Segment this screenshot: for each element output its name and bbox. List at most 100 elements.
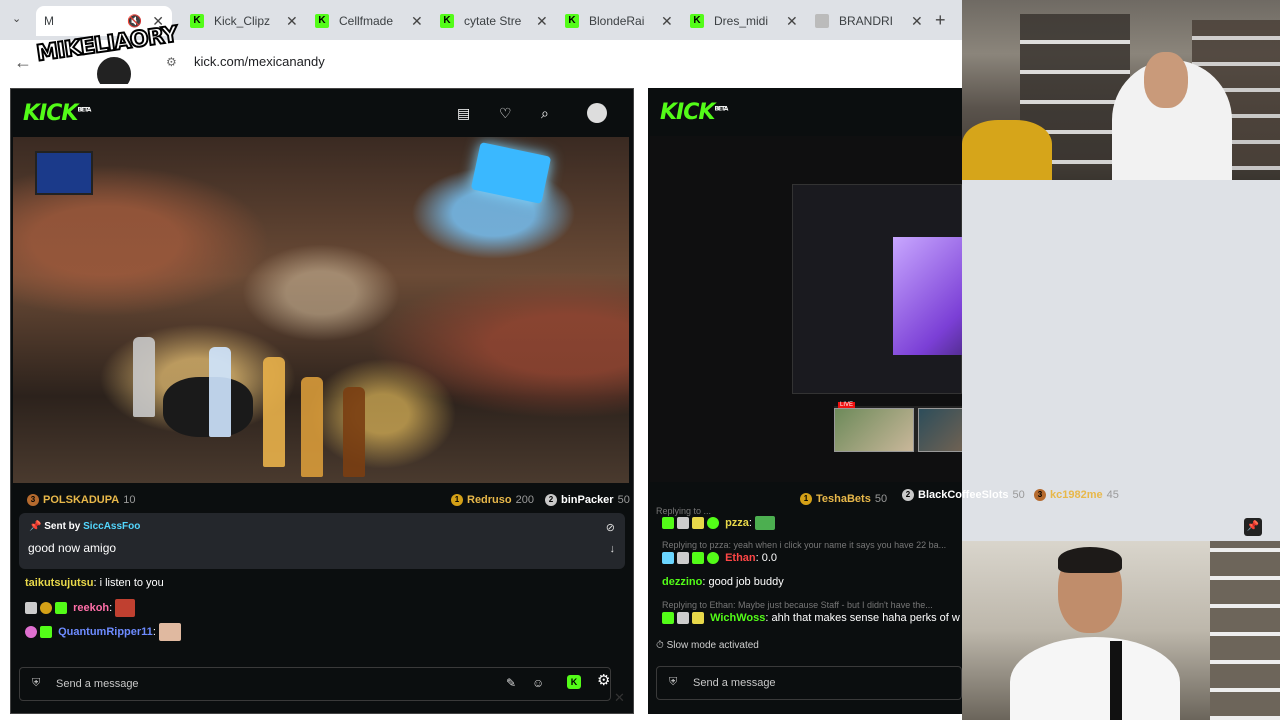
video-player[interactable] — [13, 137, 629, 483]
chat-message: WichWoss: ahh that makes sense haha perk… — [662, 612, 962, 625]
shield-icon: ⛨ — [32, 677, 41, 689]
search-icon[interactable]: ⌕ — [541, 105, 549, 122]
badge-icon — [662, 612, 674, 625]
chat-message: pzza: — [662, 516, 962, 530]
rank-badge: 2 — [545, 494, 557, 506]
participant-thumbnails: LIVE — [834, 402, 962, 452]
chat-username[interactable]: WichWoss — [710, 612, 765, 624]
bottle — [263, 357, 285, 467]
leader-name: POLSKADUPA — [43, 494, 120, 506]
translate-icon[interactable]: ✎ — [506, 676, 516, 690]
sub-badge-icon — [25, 602, 37, 614]
leader-count: 10 — [123, 494, 136, 506]
reply-context: Replying to ... — [656, 506, 712, 516]
emote-icon — [755, 516, 776, 530]
tab-title: Kick_Clipz — [214, 14, 271, 28]
tab-close-icon[interactable]: ✕ — [911, 13, 923, 30]
close-icon[interactable]: ✕ — [614, 690, 625, 706]
tab-cytate[interactable]: K cytate Stre ✕ — [432, 6, 556, 36]
webcam-top — [962, 0, 1280, 180]
leader-count: 50 — [1012, 489, 1025, 501]
badge-icon — [662, 552, 674, 565]
chat-username[interactable]: pzza — [725, 517, 749, 529]
kick-window-left: KICKBETA ▤ ♡ ⌕ 3 POLSKADUPA 10 1 Redruso… — [10, 88, 634, 714]
person-body — [1010, 637, 1180, 720]
chat-username[interactable]: QuantumRipper11 — [58, 626, 153, 638]
badge-icon — [25, 626, 37, 638]
slow-mode-text: Slow mode activated — [666, 640, 759, 651]
expand-pin-icon[interactable]: ↓ — [610, 543, 616, 555]
chat-username[interactable]: Ethan — [725, 552, 756, 564]
verified-icon — [707, 517, 719, 529]
pinned-user[interactable]: SiccAssFoo — [83, 521, 140, 532]
settings-icon[interactable]: ⚙ — [597, 671, 610, 689]
leader-count: 45 — [1106, 489, 1119, 501]
kick-favicon-icon: K — [190, 14, 204, 28]
chat-input[interactable]: ⛨ Send a message — [656, 666, 962, 700]
chat-input[interactable]: ⛨ Send a message ✎ ☺ — [19, 667, 611, 701]
tab-close-icon[interactable]: ✕ — [661, 13, 673, 30]
badge-icon — [692, 552, 704, 565]
badge-icon — [677, 517, 689, 529]
chat-username[interactable]: taikutsujutsu — [25, 577, 93, 589]
chat-input-placeholder: Send a message — [693, 677, 776, 689]
shield-icon: ⛨ — [669, 676, 678, 688]
leaderboard-entry[interactable]: 1 Redruso 200 — [451, 491, 542, 509]
badge-icon — [692, 517, 704, 529]
avatar[interactable] — [587, 103, 607, 123]
tab-cellfmade[interactable]: K Cellfmade ✕ — [307, 6, 431, 36]
tab-close-icon[interactable]: ✕ — [286, 13, 298, 30]
badge-icon — [677, 612, 689, 625]
clips-icon[interactable]: ▤ — [457, 105, 470, 122]
badge-icon — [677, 552, 689, 565]
video-player[interactable]: LIVE — [650, 136, 962, 482]
screen-share — [792, 184, 962, 394]
chat-input-placeholder: Send a message — [56, 678, 139, 690]
chat-message: Ethan: 0.0 — [662, 552, 962, 565]
url-field[interactable]: kick.com/mexicanandy — [194, 54, 325, 69]
chat-text: i listen to you — [99, 577, 164, 589]
tab-blonderai[interactable]: K BlondeRai ✕ — [557, 6, 681, 36]
emote-picker-icon[interactable]: ☺ — [532, 676, 544, 690]
tab-close-icon[interactable]: ✕ — [536, 13, 548, 30]
pinned-message[interactable]: 📌 Sent by SiccAssFoo good now amigo ⊘ ↓ — [19, 513, 625, 569]
leader-name: BlackCoffeeSlots — [918, 489, 1009, 501]
tab-brandri[interactable]: BRANDRI ✕ — [807, 6, 931, 36]
verified-icon — [707, 552, 719, 565]
pin-icon[interactable]: 📌 — [1244, 518, 1262, 536]
kick-logo-text: KICK — [23, 101, 78, 126]
rank-badge: 2 — [902, 489, 914, 501]
tab-dres-midi[interactable]: K Dres_midi ✕ — [682, 6, 806, 36]
leaderboard-entry[interactable]: 3 kc1982me 45 — [1034, 486, 1119, 504]
leader-name: kc1982me — [1050, 489, 1103, 501]
kick-window-right: KICKBETA LIVE 1 TeshaBets 50 Replying to… — [648, 88, 962, 714]
leaderboard-entry[interactable]: 2 BlackCoffeeSlots 50 — [902, 486, 1033, 504]
star-badge-icon — [40, 626, 52, 638]
heart-icon[interactable]: ♡ — [499, 105, 512, 122]
chat-username[interactable]: reekoh — [73, 602, 109, 614]
tab-close-icon[interactable]: ✕ — [786, 13, 798, 30]
leaderboard-entry[interactable]: 3 POLSKADUPA 10 — [27, 491, 143, 509]
kick-rewards-button[interactable]: K — [567, 675, 581, 689]
tab-search-chevron-icon[interactable]: ⌄ — [12, 12, 21, 25]
leader-name: binPacker — [561, 494, 614, 506]
badge-icon — [692, 612, 704, 625]
chat-username[interactable]: dezzino — [662, 576, 702, 588]
kick-favicon-icon: K — [690, 14, 704, 28]
chat-message: taikutsujutsu: i listen to you — [25, 577, 164, 589]
pinned-text: good now amigo — [28, 541, 117, 555]
slow-mode-notice: ⏱ Slow mode activated — [656, 640, 759, 651]
tab-close-icon[interactable]: ✕ — [411, 13, 423, 30]
new-tab-button[interactable]: + — [935, 10, 946, 31]
kick-logo-text: KICK — [660, 100, 715, 125]
person-head — [1144, 52, 1188, 108]
tab-title: BRANDRI — [839, 14, 894, 28]
tab-kick-clipz[interactable]: K Kick_Clipz ✕ — [182, 6, 306, 36]
hide-pin-icon[interactable]: ⊘ — [606, 521, 615, 534]
kick-logo[interactable]: KICKBETA — [23, 101, 91, 126]
participant-cam — [918, 408, 962, 452]
kick-favicon-icon: K — [315, 14, 329, 28]
neon-sign — [470, 142, 552, 204]
kick-logo[interactable]: KICKBETA — [660, 100, 728, 125]
leaderboard-entry[interactable]: 2 binPacker 50 — [545, 491, 630, 509]
